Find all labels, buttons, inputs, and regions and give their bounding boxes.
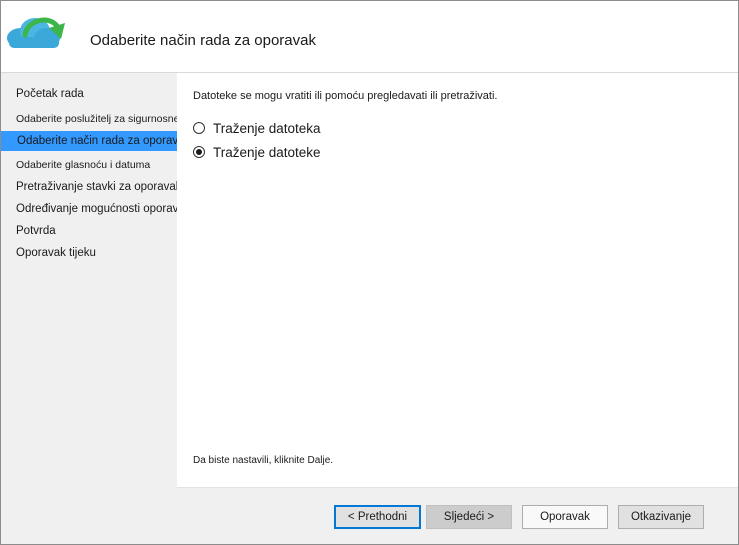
radio-button-checked[interactable]: [193, 146, 205, 158]
next-button[interactable]: Sljedeći >: [426, 505, 512, 529]
radio-option-label: Traženje datoteke: [213, 144, 321, 160]
radio-option-browse[interactable]: Traženje datoteka: [193, 118, 321, 138]
back-button[interactable]: < Prethodni: [334, 505, 421, 529]
page-title: Odaberite način rada za oporavak: [90, 32, 316, 49]
radio-option-label: Traženje datoteka: [213, 120, 321, 136]
wizard-footer: < Prethodni Sljedeći > Oporavak Otkaziva…: [177, 487, 738, 544]
sidebar-item-getting-started[interactable]: Početak rada: [1, 84, 177, 104]
recovery-wizard-window: Odaberite način rada za oporavak Početak…: [0, 0, 739, 545]
sidebar-item-search-items[interactable]: Pretraživanje stavki za oporavak: [1, 177, 182, 197]
sidebar-item-select-volume-date[interactable]: Odaberite glasnoću i datuma: [1, 155, 177, 175]
sidebar-item-confirmation[interactable]: Potvrda: [1, 221, 177, 241]
sidebar-item-recovery-progress[interactable]: Oporavak tijeku: [1, 243, 177, 263]
continue-hint-text: Da biste nastavili, kliknite Dalje.: [193, 455, 334, 466]
recover-button[interactable]: Oporavak: [522, 505, 608, 529]
cloud-recovery-icon: [7, 17, 65, 48]
wizard-header: Odaberite način rada za oporavak: [1, 1, 738, 73]
sidebar-item-select-server[interactable]: Odaberite poslužitelj za sigurnosne kopi…: [1, 109, 210, 129]
sidebar-item-select-recovery-mode[interactable]: Odaberite način rada za oporavak: [1, 131, 190, 151]
radio-button-unchecked[interactable]: [193, 122, 205, 134]
sidebar-item-recovery-options[interactable]: Određivanje mogućnosti oporavka: [1, 199, 191, 219]
recovery-mode-description: Datoteke se mogu vratiti ili pomoću preg…: [193, 90, 498, 102]
wizard-content: Datoteke se mogu vratiti ili pomoću preg…: [177, 73, 738, 487]
cancel-button[interactable]: Otkazivanje: [618, 505, 704, 529]
radio-option-search[interactable]: Traženje datoteke: [193, 142, 321, 162]
wizard-steps-sidebar: Početak rada Odaberite poslužitelj za si…: [1, 73, 210, 544]
